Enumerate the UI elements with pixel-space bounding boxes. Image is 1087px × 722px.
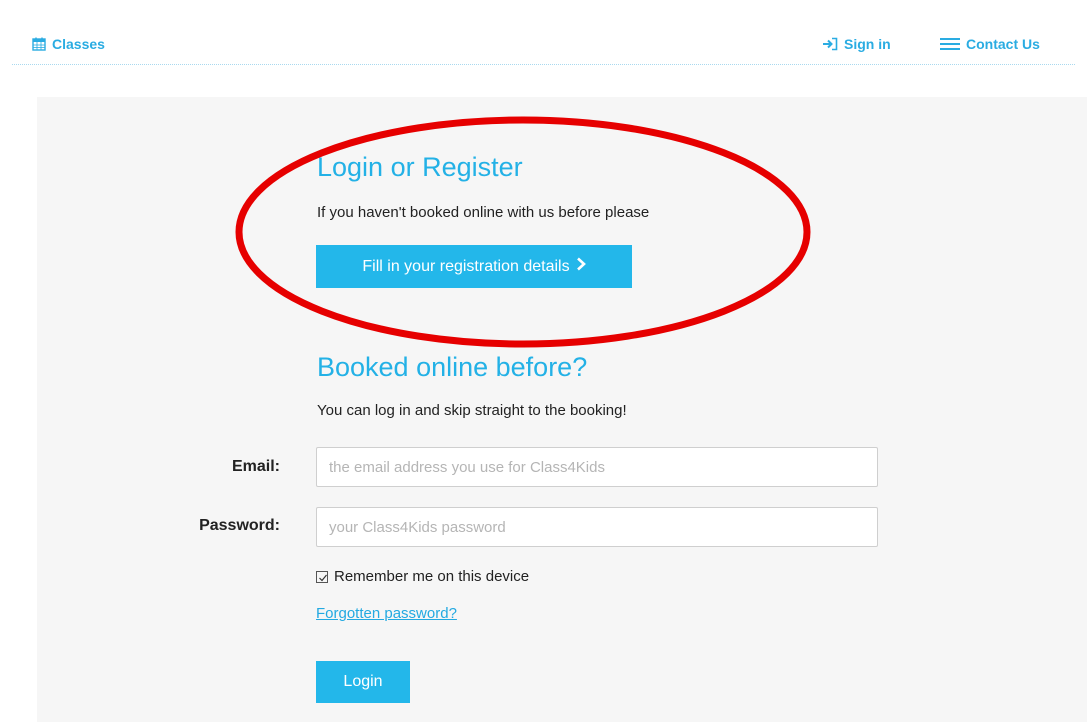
password-label: Password: [199, 517, 280, 534]
register-text: If you haven't booked online with us bef… [317, 204, 650, 221]
login-button-label: Login [343, 673, 383, 690]
checkbox-checked-icon [316, 570, 328, 583]
email-label: Email: [231, 458, 280, 475]
calendar-icon [32, 37, 46, 51]
chevron-right-icon [576, 257, 586, 276]
forgotten-password-link[interactable]: Forgotten password? [316, 605, 457, 622]
login-text: You can log in and skip straight to the … [317, 402, 627, 419]
nav-contact-label: Contact Us [966, 36, 1040, 52]
login-title: Booked online before? [317, 352, 588, 382]
top-navigation: Classes Sign in Contact Us [0, 0, 1087, 66]
email-input[interactable] [316, 447, 878, 487]
remember-me-label: Remember me on this device [334, 568, 530, 585]
nav-signin-label: Sign in [844, 36, 891, 52]
sign-in-icon [822, 37, 838, 51]
hamburger-menu-icon [940, 37, 960, 51]
remember-me-checkbox[interactable]: Remember me on this device [316, 568, 529, 585]
nav-contact-link[interactable]: Contact Us [940, 36, 1040, 52]
register-title: Login or Register [317, 152, 523, 182]
password-input[interactable] [316, 507, 878, 547]
nav-divider [12, 64, 1075, 65]
nav-signin-link[interactable]: Sign in [822, 36, 891, 52]
registration-details-button[interactable]: Fill in your registration details [316, 245, 632, 288]
nav-classes-label: Classes [52, 36, 105, 52]
nav-classes-link[interactable]: Classes [32, 36, 105, 52]
login-button[interactable]: Login [316, 661, 410, 703]
registration-button-label: Fill in your registration details [362, 257, 570, 275]
